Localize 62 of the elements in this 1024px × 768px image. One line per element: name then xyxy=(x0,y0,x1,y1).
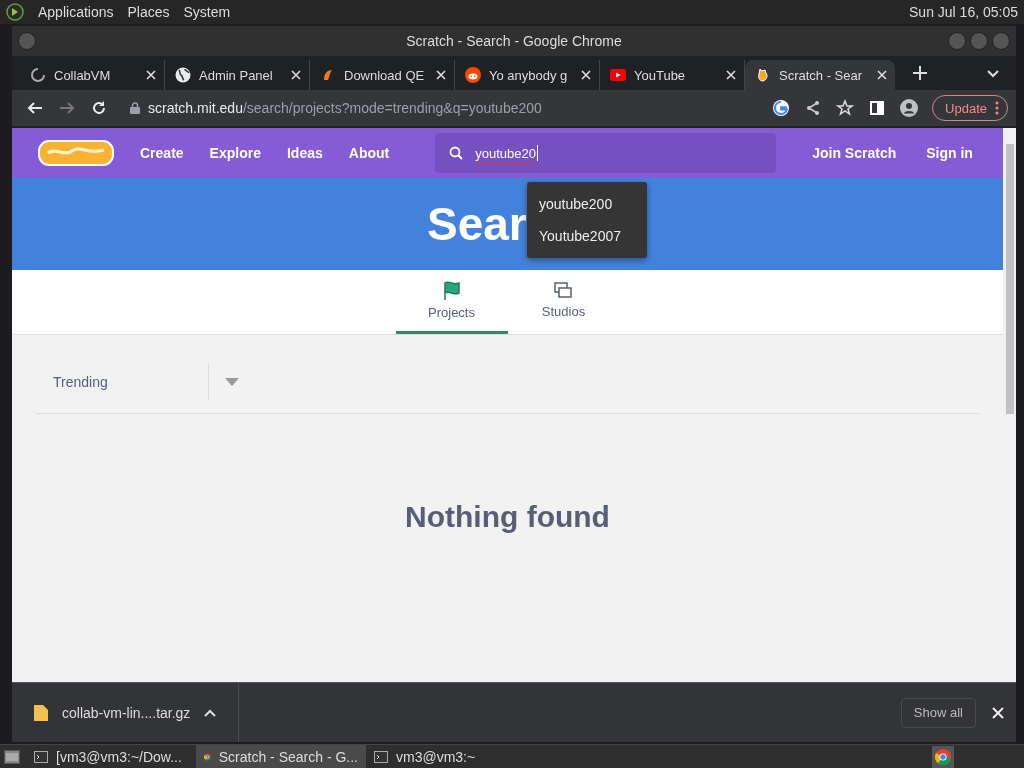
close-icon[interactable] xyxy=(726,70,736,80)
browser-tab[interactable]: Scratch - Sear xyxy=(745,60,895,90)
desktop-icon[interactable] xyxy=(4,750,20,764)
search-icon xyxy=(449,146,464,160)
scrollbar[interactable] xyxy=(1003,128,1016,682)
panel-menu[interactable]: Applications xyxy=(38,4,114,20)
close-icon[interactable] xyxy=(291,70,301,80)
sort-dropdown[interactable]: Trending xyxy=(36,364,209,400)
nav-link[interactable]: Create xyxy=(140,145,184,161)
result-tab[interactable]: Studios xyxy=(507,270,620,334)
loading-icon xyxy=(30,67,46,83)
suggestion-item[interactable]: youtube200 xyxy=(527,188,647,220)
nav-link[interactable]: Sign in xyxy=(926,145,973,161)
update-button[interactable]: Update xyxy=(932,95,1008,121)
globe-icon xyxy=(175,67,191,83)
panel-clock: Sun Jul 16, 05:05 xyxy=(909,4,1018,20)
close-icon[interactable] xyxy=(146,70,156,80)
page-heading: Sear xyxy=(427,197,527,251)
url-text: scratch.mit.edu/search/projects?mode=trending&q=youtube200 xyxy=(148,100,542,116)
logo-icon[interactable] xyxy=(38,139,114,167)
search-text: youtube20 xyxy=(475,145,536,161)
nav-link[interactable]: Join Scratch xyxy=(812,145,897,161)
result-tab[interactable]: Projects xyxy=(395,270,508,334)
lock-icon xyxy=(130,102,140,114)
nav-link[interactable]: Explore xyxy=(209,145,261,161)
youtube-icon xyxy=(610,69,626,81)
empty-message: Nothing found xyxy=(404,500,611,534)
caret-icon[interactable] xyxy=(225,378,239,386)
taskbar-button[interactable]: [vm3@vm3:~/Dow... xyxy=(26,745,196,768)
google-icon[interactable] xyxy=(772,99,791,117)
cat-icon xyxy=(755,67,771,83)
avatar-icon[interactable] xyxy=(900,99,919,117)
close-icon[interactable] xyxy=(581,70,591,80)
taskbar-button[interactable]: vm3@vm3:~ xyxy=(366,745,536,768)
terminal-icon xyxy=(34,751,48,763)
terminal-icon xyxy=(374,751,388,763)
address-bar[interactable]: scratch.mit.edu/search/projects?mode=trending&q=youtube200 xyxy=(122,94,759,122)
close-icon[interactable] xyxy=(877,70,887,80)
flag-icon xyxy=(441,281,462,301)
close-icon[interactable] xyxy=(436,70,446,80)
reddit-icon xyxy=(465,67,481,83)
stacked-windows-icon xyxy=(553,282,574,300)
menu-logo-icon[interactable] xyxy=(6,3,24,21)
panel-menu[interactable]: System xyxy=(183,4,231,20)
star-icon[interactable] xyxy=(836,99,855,117)
more-icon[interactable] xyxy=(995,101,999,115)
side-panel-icon[interactable] xyxy=(868,99,887,117)
close-icon[interactable] xyxy=(992,706,1004,719)
nav-link[interactable]: Ideas xyxy=(286,145,323,161)
nav-link[interactable]: About xyxy=(348,145,390,161)
suggestion-item[interactable]: Youtube2007 xyxy=(527,220,647,252)
chevron-up-icon[interactable] xyxy=(204,708,217,717)
file-icon xyxy=(34,704,48,721)
chrome-icon[interactable] xyxy=(935,749,951,765)
reload-icon[interactable] xyxy=(90,99,108,117)
taskbar-button[interactable]: Scratch - Search - G... xyxy=(196,745,366,768)
panel-menu[interactable]: Places xyxy=(127,4,170,20)
window-title: Scratch - Search - Google Chrome xyxy=(406,33,622,49)
plus-icon[interactable] xyxy=(911,64,929,82)
search-field[interactable]: youtube20 xyxy=(435,133,777,173)
download-filename[interactable]: collab-vm-lin....tar.gz xyxy=(62,704,191,721)
show-all-button[interactable]: Show all xyxy=(900,697,976,728)
